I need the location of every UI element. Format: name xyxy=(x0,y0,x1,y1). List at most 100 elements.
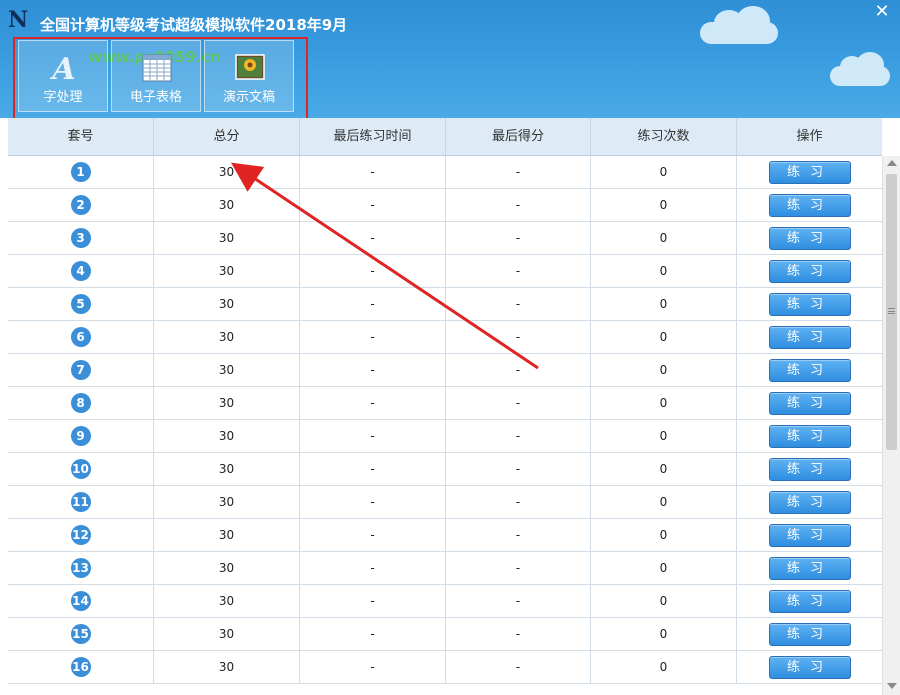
set-number-badge: 12 xyxy=(70,525,91,545)
table-row: 14 30- -0 练习 xyxy=(8,585,882,618)
cell-action: 练习 xyxy=(737,585,882,618)
cell-action: 练习 xyxy=(737,321,882,354)
cell-last-score: - xyxy=(446,585,591,618)
scroll-thumb[interactable] xyxy=(886,174,897,450)
cell-action: 练习 xyxy=(737,354,882,387)
cloud-decoration xyxy=(830,52,890,86)
cell-last-score: - xyxy=(446,387,591,420)
practice-button[interactable]: 练习 xyxy=(769,656,851,679)
cell-count: 0 xyxy=(591,486,737,519)
cell-last-time: - xyxy=(300,486,446,519)
column-header-last-practice-time: 最后练习时间 xyxy=(300,118,446,156)
cell-set-no: 2 xyxy=(8,189,154,222)
cell-last-time: - xyxy=(300,519,446,552)
table-row: 5 30- -0 练习 xyxy=(8,288,882,321)
table-body: 1 30- -0 练习 2 30- -0 练习 3 30- -0 练习 4 30- -0 练习 5 30- -0 练习… xyxy=(8,156,882,695)
cell-set-no: 12 xyxy=(8,519,154,552)
set-number-badge: 16 xyxy=(70,657,91,677)
practice-button[interactable]: 练习 xyxy=(769,260,851,283)
cell-score: 30 xyxy=(154,519,300,552)
cell-last-time: - xyxy=(300,156,446,189)
practice-button[interactable]: 练习 xyxy=(769,425,851,448)
toolbar-presentation-button[interactable]: 演示文稿 xyxy=(204,40,294,112)
set-number-badge: 10 xyxy=(70,459,91,479)
word-processing-icon: A xyxy=(49,52,75,83)
toolbar-label: 演示文稿 xyxy=(222,90,275,105)
practice-button[interactable]: 练习 xyxy=(769,524,851,547)
practice-button[interactable]: 练习 xyxy=(769,326,851,349)
practice-button[interactable]: 练习 xyxy=(769,392,851,415)
column-header-last-score: 最后得分 xyxy=(446,118,591,156)
cell-last-time: - xyxy=(300,222,446,255)
cell-score: 30 xyxy=(154,651,300,684)
cell-set-no: 4 xyxy=(8,255,154,288)
cell-last-time: - xyxy=(300,354,446,387)
cell-set-no: 7 xyxy=(8,354,154,387)
vertical-scrollbar[interactable] xyxy=(882,156,900,695)
cell-last-score: - xyxy=(446,354,591,387)
close-icon[interactable]: ✕ xyxy=(872,2,892,22)
toolbar-spreadsheet-button[interactable]: 电子表格 xyxy=(111,40,201,112)
table-row: 7 30- -0 练习 xyxy=(8,354,882,387)
table-row: 11 30- -0 练习 xyxy=(8,486,882,519)
cell-set-no: 1 xyxy=(8,156,154,189)
cell-set-no: 3 xyxy=(8,222,154,255)
practice-button[interactable]: 练习 xyxy=(769,458,851,481)
svg-text:A: A xyxy=(49,52,75,83)
cell-last-score: - xyxy=(446,255,591,288)
cell-set-no: 9 xyxy=(8,420,154,453)
table-row: 13 30- -0 练习 xyxy=(8,552,882,585)
cell-action: 练习 xyxy=(737,255,882,288)
cell-count: 0 xyxy=(591,255,737,288)
cell-action: 练习 xyxy=(737,618,882,651)
table-row: 2 30- -0 练习 xyxy=(8,189,882,222)
cell-last-score: - xyxy=(446,156,591,189)
set-number-badge: 8 xyxy=(70,393,91,413)
cloud-decoration xyxy=(700,6,778,44)
practice-button[interactable]: 练习 xyxy=(769,194,851,217)
table-row: 3 30- -0 练习 xyxy=(8,222,882,255)
practice-button[interactable]: 练习 xyxy=(769,623,851,646)
practice-button[interactable]: 练习 xyxy=(769,590,851,613)
set-number-badge: 11 xyxy=(70,492,91,512)
table-row: 9 30- -0 练习 xyxy=(8,420,882,453)
practice-button[interactable]: 练习 xyxy=(769,359,851,382)
practice-button[interactable]: 练习 xyxy=(769,491,851,514)
cell-score: 30 xyxy=(154,453,300,486)
toolbar-label: 字处理 xyxy=(43,90,83,105)
set-number-badge: 7 xyxy=(70,360,91,380)
cell-count: 0 xyxy=(591,618,737,651)
set-number-badge: 13 xyxy=(70,558,91,578)
set-number-badge: 1 xyxy=(70,162,91,182)
set-number-badge: 15 xyxy=(70,624,91,644)
cell-last-score: - xyxy=(446,552,591,585)
cell-set-no: 10 xyxy=(8,453,154,486)
cell-last-score: - xyxy=(446,519,591,552)
window-title: 全国计算机等级考试超级模拟软件2018年9月 xyxy=(40,16,348,34)
cell-last-time: - xyxy=(300,453,446,486)
cell-last-score: - xyxy=(446,618,591,651)
toolbar-word-processing-button[interactable]: A 字处理 xyxy=(18,40,108,112)
practice-button[interactable]: 练习 xyxy=(769,557,851,580)
cell-action: 练习 xyxy=(737,420,882,453)
column-header-total-score: 总分 xyxy=(154,118,300,156)
cell-score: 30 xyxy=(154,486,300,519)
practice-button[interactable]: 练习 xyxy=(769,293,851,316)
scroll-up-icon[interactable] xyxy=(887,160,897,166)
cell-last-time: - xyxy=(300,189,446,222)
cell-last-time: - xyxy=(300,420,446,453)
cell-action: 练习 xyxy=(737,387,882,420)
cell-set-no: 13 xyxy=(8,552,154,585)
cell-count: 0 xyxy=(591,552,737,585)
scroll-down-icon[interactable] xyxy=(887,683,897,689)
cell-action: 练习 xyxy=(737,651,882,684)
set-number-badge: 2 xyxy=(70,195,91,215)
cell-last-score: - xyxy=(446,453,591,486)
table-row: 15 30- -0 练习 xyxy=(8,618,882,651)
practice-button[interactable]: 练习 xyxy=(769,161,851,184)
table-row: 4 30- -0 练习 xyxy=(8,255,882,288)
practice-button[interactable]: 练习 xyxy=(769,227,851,250)
table-row: 8 30- -0 练习 xyxy=(8,387,882,420)
cell-score: 30 xyxy=(154,387,300,420)
cell-last-score: - xyxy=(446,189,591,222)
